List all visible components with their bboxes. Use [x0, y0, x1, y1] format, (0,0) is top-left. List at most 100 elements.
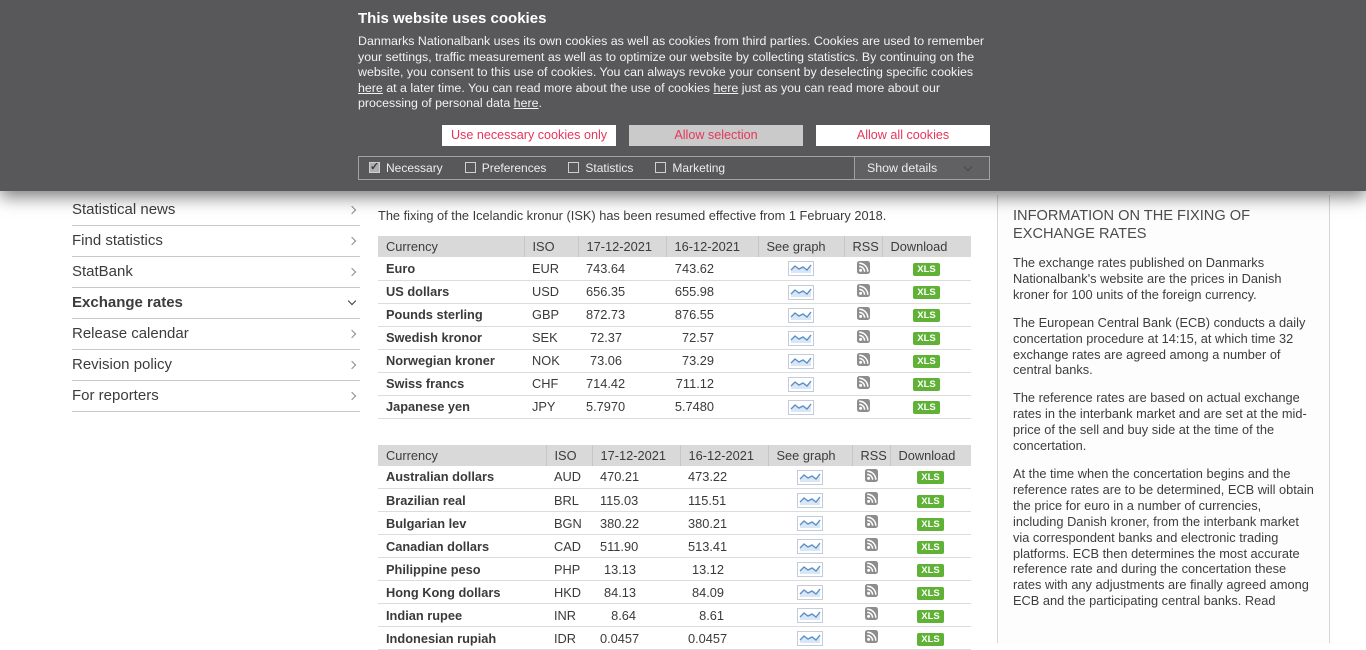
sidebar-item-find-statistics[interactable]: Find statistics [72, 226, 360, 257]
checkbox-icon[interactable] [568, 162, 579, 173]
rate-17-12-2021: 72.37 [578, 326, 666, 349]
rate-16-12-2021: 8.61 [680, 604, 768, 627]
see-graph-cell [768, 535, 852, 558]
see-graph-icon[interactable] [788, 308, 814, 323]
cookie-settings-link[interactable]: here [358, 81, 383, 95]
rss-icon[interactable] [865, 630, 878, 646]
download-cell: XLS [890, 512, 971, 535]
see-graph-icon[interactable] [788, 285, 814, 300]
xls-download-button[interactable]: XLS [917, 564, 943, 577]
currency-name: Bulgarian lev [378, 512, 546, 535]
xls-download-button[interactable]: XLS [913, 263, 939, 276]
xls-download-button[interactable]: XLS [917, 518, 943, 531]
chevron-down-icon [348, 297, 356, 305]
rss-icon[interactable] [865, 469, 878, 485]
see-graph-icon[interactable] [797, 585, 823, 600]
cookie-text: Danmarks Nationalbank uses its own cooki… [358, 34, 984, 79]
allow-all-cookies-button[interactable]: Allow all cookies [816, 125, 990, 146]
sidebar-item-statistical-news[interactable]: Statistical news [72, 195, 360, 226]
see-graph-icon[interactable] [788, 400, 814, 415]
rss-icon[interactable] [865, 561, 878, 577]
rss-icon[interactable] [865, 492, 878, 508]
rate-16-12-2021: 876.55 [666, 303, 758, 326]
table-header: CurrencyISO17-12-202116-12-2021See graph… [378, 236, 971, 257]
sidebar-item-for-reporters[interactable]: For reporters [72, 381, 360, 412]
see-graph-icon[interactable] [797, 470, 823, 485]
sidebar-item-release-calendar[interactable]: Release calendar [72, 319, 360, 350]
download-cell: XLS [890, 627, 971, 650]
see-graph-icon[interactable] [788, 354, 814, 369]
see-graph-icon[interactable] [797, 562, 823, 577]
use-necessary-cookies-button[interactable]: Use necessary cookies only [442, 125, 616, 146]
rss-icon[interactable] [857, 399, 870, 415]
rss-icon[interactable] [865, 584, 878, 600]
see-graph-icon[interactable] [797, 608, 823, 623]
column-header: Download [882, 236, 971, 257]
checkbox-icon[interactable] [369, 162, 380, 173]
iso-code: PHP [546, 558, 592, 581]
rss-cell [852, 466, 890, 489]
xls-download-button[interactable]: XLS [917, 471, 943, 484]
rss-icon[interactable] [857, 376, 870, 392]
rss-cell [852, 604, 890, 627]
rss-icon[interactable] [857, 261, 870, 277]
see-graph-cell [758, 349, 844, 372]
show-details-button[interactable]: Show details [854, 156, 990, 180]
checkbox-label: Marketing [672, 161, 725, 175]
exchange-rates-table-other: CurrencyISO17-12-202116-12-2021See graph… [378, 445, 971, 650]
xls-download-button[interactable]: XLS [913, 355, 939, 368]
rss-icon[interactable] [865, 538, 878, 554]
checkbox-icon[interactable] [465, 162, 476, 173]
rss-icon[interactable] [857, 307, 870, 323]
see-graph-icon[interactable] [797, 493, 823, 508]
necessary-checkbox[interactable]: Necessary [369, 161, 443, 175]
iso-code: EUR [524, 257, 578, 280]
allow-selection-button[interactable]: Allow selection [629, 125, 803, 146]
see-graph-icon[interactable] [788, 261, 814, 276]
preferences-checkbox[interactable]: Preferences [465, 161, 547, 175]
xls-download-button[interactable]: XLS [917, 495, 943, 508]
info-paragraph: The European Central Bank (ECB) conducts… [1013, 315, 1314, 379]
xls-download-button[interactable]: XLS [913, 332, 939, 345]
rss-icon[interactable] [857, 284, 870, 300]
iso-code: IDR [546, 627, 592, 650]
rss-icon[interactable] [857, 353, 870, 369]
currency-row: Indonesian rupiahIDR0.04570.0457XLS [378, 627, 971, 650]
see-graph-cell [758, 303, 844, 326]
info-paragraph: At the time when the concertation begins… [1013, 466, 1314, 609]
xls-download-button[interactable]: XLS [917, 541, 943, 554]
column-header: 16-12-2021 [666, 236, 758, 257]
currency-name: Pounds sterling [378, 303, 524, 326]
personal-data-link[interactable]: here [514, 96, 539, 110]
statistics-checkbox[interactable]: Statistics [568, 161, 633, 175]
cookie-text: at a later time. You can read more about… [383, 81, 714, 95]
xls-download-button[interactable]: XLS [913, 378, 939, 391]
rate-17-12-2021: 743.64 [578, 257, 666, 280]
rss-icon[interactable] [865, 607, 878, 623]
sidebar-item-exchange-rates[interactable]: Exchange rates [72, 288, 360, 319]
see-graph-icon[interactable] [788, 377, 814, 392]
xls-download-button[interactable]: XLS [917, 610, 943, 623]
xls-download-button[interactable]: XLS [913, 309, 939, 322]
rss-icon[interactable] [857, 330, 870, 346]
download-cell: XLS [890, 558, 971, 581]
xls-download-button[interactable]: XLS [913, 286, 939, 299]
sidebar-item-revision-policy[interactable]: Revision policy [72, 350, 360, 381]
download-cell: XLS [882, 280, 971, 303]
checkbox-label: Statistics [585, 161, 633, 175]
sidebar-item-statbank[interactable]: StatBank [72, 257, 360, 288]
see-graph-icon[interactable] [797, 539, 823, 554]
xls-download-button[interactable]: XLS [917, 633, 943, 646]
see-graph-icon[interactable] [797, 631, 823, 646]
rss-icon[interactable] [865, 515, 878, 531]
download-cell: XLS [882, 326, 971, 349]
xls-download-button[interactable]: XLS [913, 401, 939, 414]
see-graph-icon[interactable] [797, 516, 823, 531]
marketing-checkbox[interactable]: Marketing [655, 161, 725, 175]
cookie-policy-link[interactable]: here [713, 81, 738, 95]
xls-download-button[interactable]: XLS [917, 587, 943, 600]
see-graph-icon[interactable] [788, 331, 814, 346]
see-graph-cell [758, 257, 844, 280]
column-header: Currency [378, 445, 546, 466]
checkbox-icon[interactable] [655, 162, 666, 173]
